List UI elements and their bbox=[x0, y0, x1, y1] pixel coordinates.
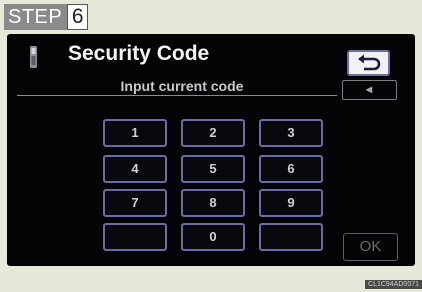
keypad-key-blank-right bbox=[259, 223, 323, 251]
backspace-icon[interactable]: ◂ bbox=[366, 82, 372, 96]
keypad-key-blank-left bbox=[103, 223, 167, 251]
return-arrow-icon bbox=[358, 54, 381, 71]
divider bbox=[17, 95, 337, 96]
keypad-key-6[interactable]: 6 bbox=[259, 155, 323, 183]
title-bar: Security Code bbox=[7, 40, 415, 76]
keypad-key-9[interactable]: 9 bbox=[259, 189, 323, 217]
keypad-key-4[interactable]: 4 bbox=[103, 155, 167, 183]
keypad-key-5[interactable]: 5 bbox=[181, 155, 245, 183]
code-display: ◂ bbox=[342, 80, 397, 100]
keypad-key-7[interactable]: 7 bbox=[103, 189, 167, 217]
phone-icon bbox=[30, 46, 37, 68]
step-label: STEP bbox=[4, 4, 68, 30]
step-number: 6 bbox=[67, 4, 89, 30]
keypad-key-3[interactable]: 3 bbox=[259, 119, 323, 147]
ok-button[interactable]: OK bbox=[343, 233, 398, 261]
step-indicator: STEP 6 bbox=[4, 4, 89, 30]
instruction-text: Input current code bbox=[120, 78, 244, 94]
keypad-key-2[interactable]: 2 bbox=[181, 119, 245, 147]
keypad-key-8[interactable]: 8 bbox=[181, 189, 245, 217]
security-code-screen: Security Code Input current code ◂ 1 2 3… bbox=[7, 34, 415, 266]
back-button[interactable] bbox=[347, 50, 390, 76]
keypad-key-1[interactable]: 1 bbox=[103, 119, 167, 147]
keypad-key-0[interactable]: 0 bbox=[181, 223, 245, 251]
figure-code: CL1C94AD0071 bbox=[365, 280, 422, 289]
page-title: Security Code bbox=[68, 42, 210, 65]
